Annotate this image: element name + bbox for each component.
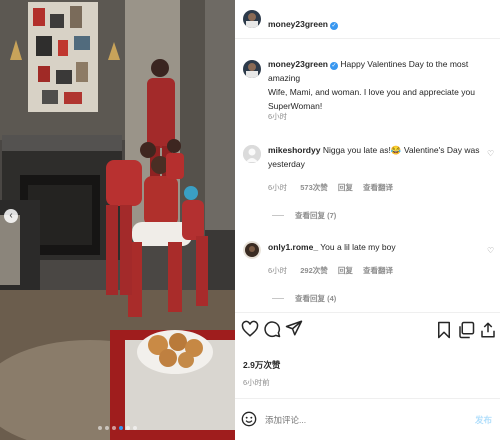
comment-time: 6小时 [268, 266, 288, 275]
caption-username[interactable]: money23green [268, 59, 328, 69]
caption-line-2: Wife, Mami, and woman. I love you and ap… [268, 87, 475, 97]
comment-2-meta: 6小时 292次赞 回复 查看翻译 [268, 265, 393, 276]
comment-translate-button[interactable]: 查看翻译 [363, 183, 393, 192]
comment-1: mikeshordyy Nigga you late as!😂 Valentin… [268, 143, 483, 171]
carousel-dot [126, 426, 130, 430]
comment-likes[interactable]: 573次赞 [300, 183, 328, 192]
chevron-left-icon[interactable]: ‹ [4, 209, 18, 223]
multi-post-icon[interactable] [457, 321, 475, 339]
heart-icon[interactable] [241, 320, 259, 338]
comment-reply-button[interactable]: 回复 [338, 183, 353, 192]
send-icon[interactable] [285, 319, 303, 337]
comment-like-heart-icon[interactable]: ♡ [487, 246, 494, 255]
carousel-dot [98, 426, 102, 430]
post-comment-button[interactable]: 发布 [475, 414, 492, 426]
comment-avatar[interactable] [243, 241, 261, 259]
comment-username[interactable]: only1.rome_ [268, 242, 318, 252]
actions-divider [235, 312, 500, 313]
carousel-dot-active [119, 426, 123, 430]
share-icon[interactable] [479, 321, 497, 339]
comment-1-line-1: mikeshordyy Nigga you late as!😂 Valentin… [268, 145, 480, 155]
header-author[interactable]: money23green ✓ [268, 14, 338, 32]
composer-divider [235, 398, 500, 399]
comment-1-line-2: yesterday [268, 159, 305, 169]
comment-username[interactable]: mikeshordyy [268, 145, 320, 155]
author-username[interactable]: money23green [268, 19, 328, 29]
comment-input[interactable] [265, 415, 445, 425]
comment-likes[interactable]: 292次赞 [300, 266, 328, 275]
author-avatar[interactable] [243, 10, 261, 28]
comment-time: 6小时 [268, 183, 288, 192]
comment-like-heart-icon[interactable]: ♡ [487, 149, 494, 158]
post-detail-panel: money23green ✓ money23green ✓ Happy Valent… [235, 0, 500, 440]
comment-text: You a lil late my boy [320, 242, 396, 252]
caption-line-3: SuperWoman! [268, 101, 323, 111]
likes-count[interactable]: 2.9万次赞 [243, 359, 280, 371]
caption-time: 6小时 [268, 112, 288, 121]
replies-line [272, 215, 284, 216]
bookmark-icon[interactable] [435, 321, 453, 339]
caption-avatar[interactable] [243, 60, 261, 78]
emoji-icon[interactable] [241, 411, 257, 427]
view-replies-label[interactable]: 查看回复 (7) [295, 210, 336, 221]
view-replies-label[interactable]: 查看回复 (4) [295, 293, 336, 304]
comment-avatar[interactable] [243, 145, 261, 163]
header-divider [235, 38, 500, 39]
carousel-dots [0, 426, 235, 430]
replies-line [272, 298, 284, 299]
caption: money23green ✓ Happy Valentines Day to th… [268, 57, 496, 113]
post-photo[interactable]: ‹ [0, 0, 235, 440]
view-replies-button[interactable]: 查看回复 (7) [272, 210, 336, 221]
comment-reply-button[interactable]: 回复 [338, 266, 353, 275]
comment-2: only1.rome_ You a lil late my boy [268, 240, 483, 254]
family-photo-image [0, 0, 235, 440]
verified-badge-icon: ✓ [330, 22, 338, 30]
view-replies-button[interactable]: 查看回复 (4) [272, 293, 336, 304]
carousel-dot [112, 426, 116, 430]
post-time: 6小时前 [243, 378, 270, 387]
caption-line-1: money23green ✓ Happy Valentines Day to th… [268, 59, 469, 83]
comment-translate-button[interactable]: 查看翻译 [363, 266, 393, 275]
verified-badge-icon: ✓ [330, 62, 338, 70]
carousel-dot [105, 426, 109, 430]
comment-1-meta: 6小时 573次赞 回复 查看翻译 [268, 182, 393, 193]
comment-icon[interactable] [263, 320, 281, 338]
carousel-dot [133, 426, 137, 430]
